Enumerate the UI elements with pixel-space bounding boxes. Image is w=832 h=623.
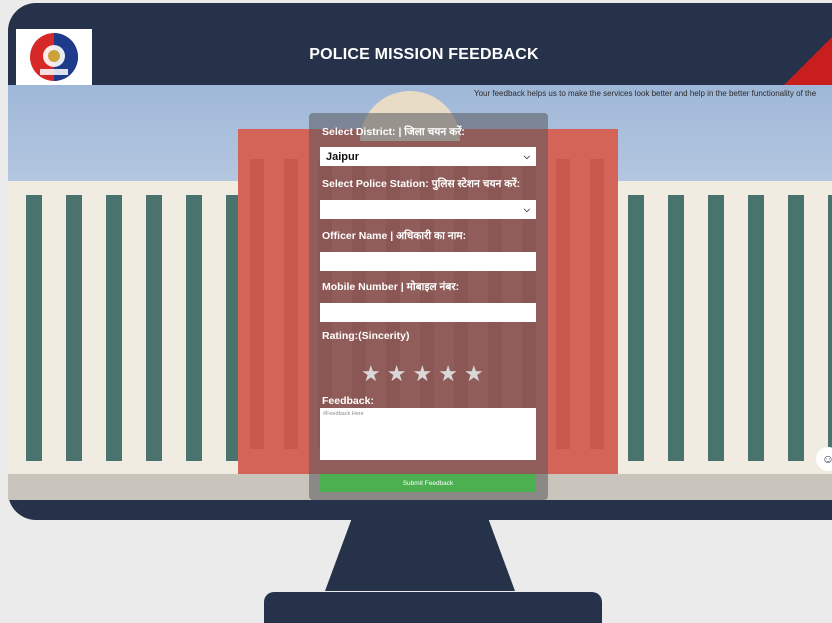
monitor-stand-neck [325,519,515,591]
feedback-tagline: Your feedback helps us to make the servi… [474,89,817,98]
rating-label: Rating:(Sincerity) [322,330,410,342]
header-bar: POLICE MISSION FEEDBACK [8,29,832,85]
officer-name-input[interactable] [320,252,536,271]
feedback-textarea[interactable]: #Feedback Here [320,408,536,460]
mobile-number-label: Mobile Number | मोबाइल नंबर: [322,281,460,293]
building-left-wing [8,181,248,481]
monitor-frame: POLICE MISSION FEEDBACK Your feedback he… [8,3,832,520]
star-icon[interactable]: ★ [387,361,407,387]
star-icon[interactable]: ★ [361,361,381,387]
police-station-label: Select Police Station: पुलिस स्टेशन चयन … [322,178,521,190]
rating-stars: ★ ★ ★ ★ ★ [361,361,484,387]
app-screen: POLICE MISSION FEEDBACK Your feedback he… [8,29,832,500]
monitor-stand-base [264,592,602,623]
district-selected-value: Jaipur [326,150,360,163]
district-select[interactable]: Jaipur ⌵ [320,147,536,166]
feedback-placeholder: #Feedback Here [323,411,364,417]
officer-name-label: Officer Name | अधिकारी का नाम: [322,230,467,242]
star-icon[interactable]: ★ [438,361,458,387]
submit-feedback-button[interactable]: Submit Feedback [320,474,536,492]
police-station-select[interactable]: ⌵ [320,200,536,219]
district-label: Select District: | जिला चयन करें: [322,126,465,138]
feedback-form-panel: Select District: | जिला चयन करें: Jaipur… [309,113,548,500]
chevron-down-icon: ⌵ [523,204,530,214]
chevron-down-icon: ⌵ [523,151,530,161]
stage: POLICE MISSION FEEDBACK Your feedback he… [0,0,832,623]
background-building-image: Your feedback helps us to make the servi… [8,85,832,500]
mobile-number-input[interactable] [320,303,536,322]
star-icon[interactable]: ★ [412,361,432,387]
feedback-label: Feedback: [322,395,374,407]
star-icon[interactable]: ★ [464,361,484,387]
page-title: POLICE MISSION FEEDBACK [309,46,539,63]
building-right-wing [610,181,832,481]
header-corner-accent [784,29,832,85]
